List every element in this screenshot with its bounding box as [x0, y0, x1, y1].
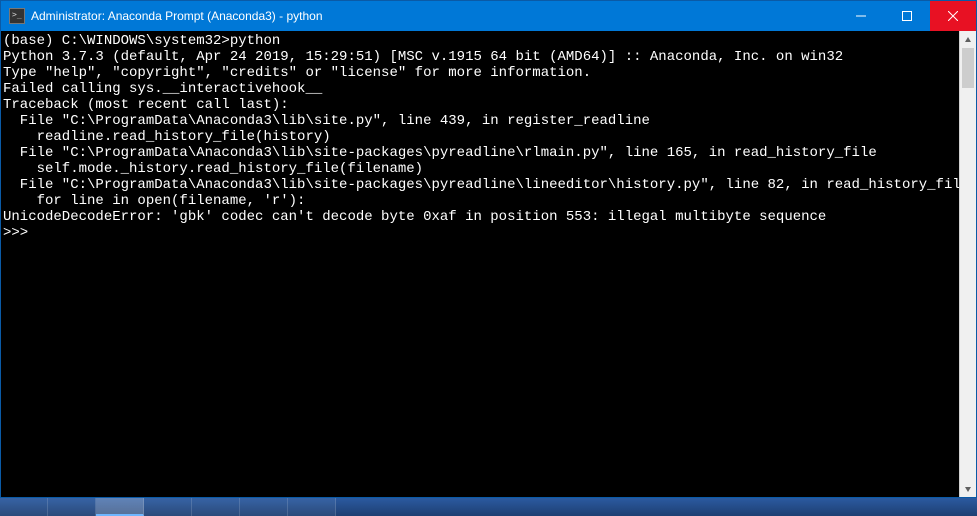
console-window: Administrator: Anaconda Prompt (Anaconda…: [0, 0, 977, 498]
scroll-thumb[interactable]: [962, 48, 974, 88]
terminal-output[interactable]: (base) C:\WINDOWS\system32>python Python…: [1, 31, 959, 497]
taskbar-item[interactable]: [96, 498, 144, 516]
client-area: (base) C:\WINDOWS\system32>python Python…: [1, 31, 976, 497]
taskbar-item[interactable]: [192, 498, 240, 516]
app-icon: [9, 8, 25, 24]
taskbar-item[interactable]: [240, 498, 288, 516]
taskbar-item[interactable]: [144, 498, 192, 516]
minimize-button[interactable]: [838, 1, 884, 31]
maximize-button[interactable]: [884, 1, 930, 31]
chevron-up-icon: [964, 36, 972, 44]
window-title: Administrator: Anaconda Prompt (Anaconda…: [31, 9, 323, 23]
close-button[interactable]: [930, 1, 976, 31]
close-icon: [948, 11, 958, 21]
scroll-down-button[interactable]: [960, 480, 976, 497]
maximize-icon: [902, 11, 912, 21]
taskbar-item[interactable]: [48, 498, 96, 516]
vertical-scrollbar[interactable]: [959, 31, 976, 497]
scroll-up-button[interactable]: [960, 31, 976, 48]
taskbar-item[interactable]: [288, 498, 336, 516]
taskbar-item[interactable]: [0, 498, 48, 516]
taskbar[interactable]: [0, 498, 977, 516]
chevron-down-icon: [964, 485, 972, 493]
titlebar[interactable]: Administrator: Anaconda Prompt (Anaconda…: [1, 1, 976, 31]
scroll-track[interactable]: [960, 48, 976, 480]
minimize-icon: [856, 11, 866, 21]
